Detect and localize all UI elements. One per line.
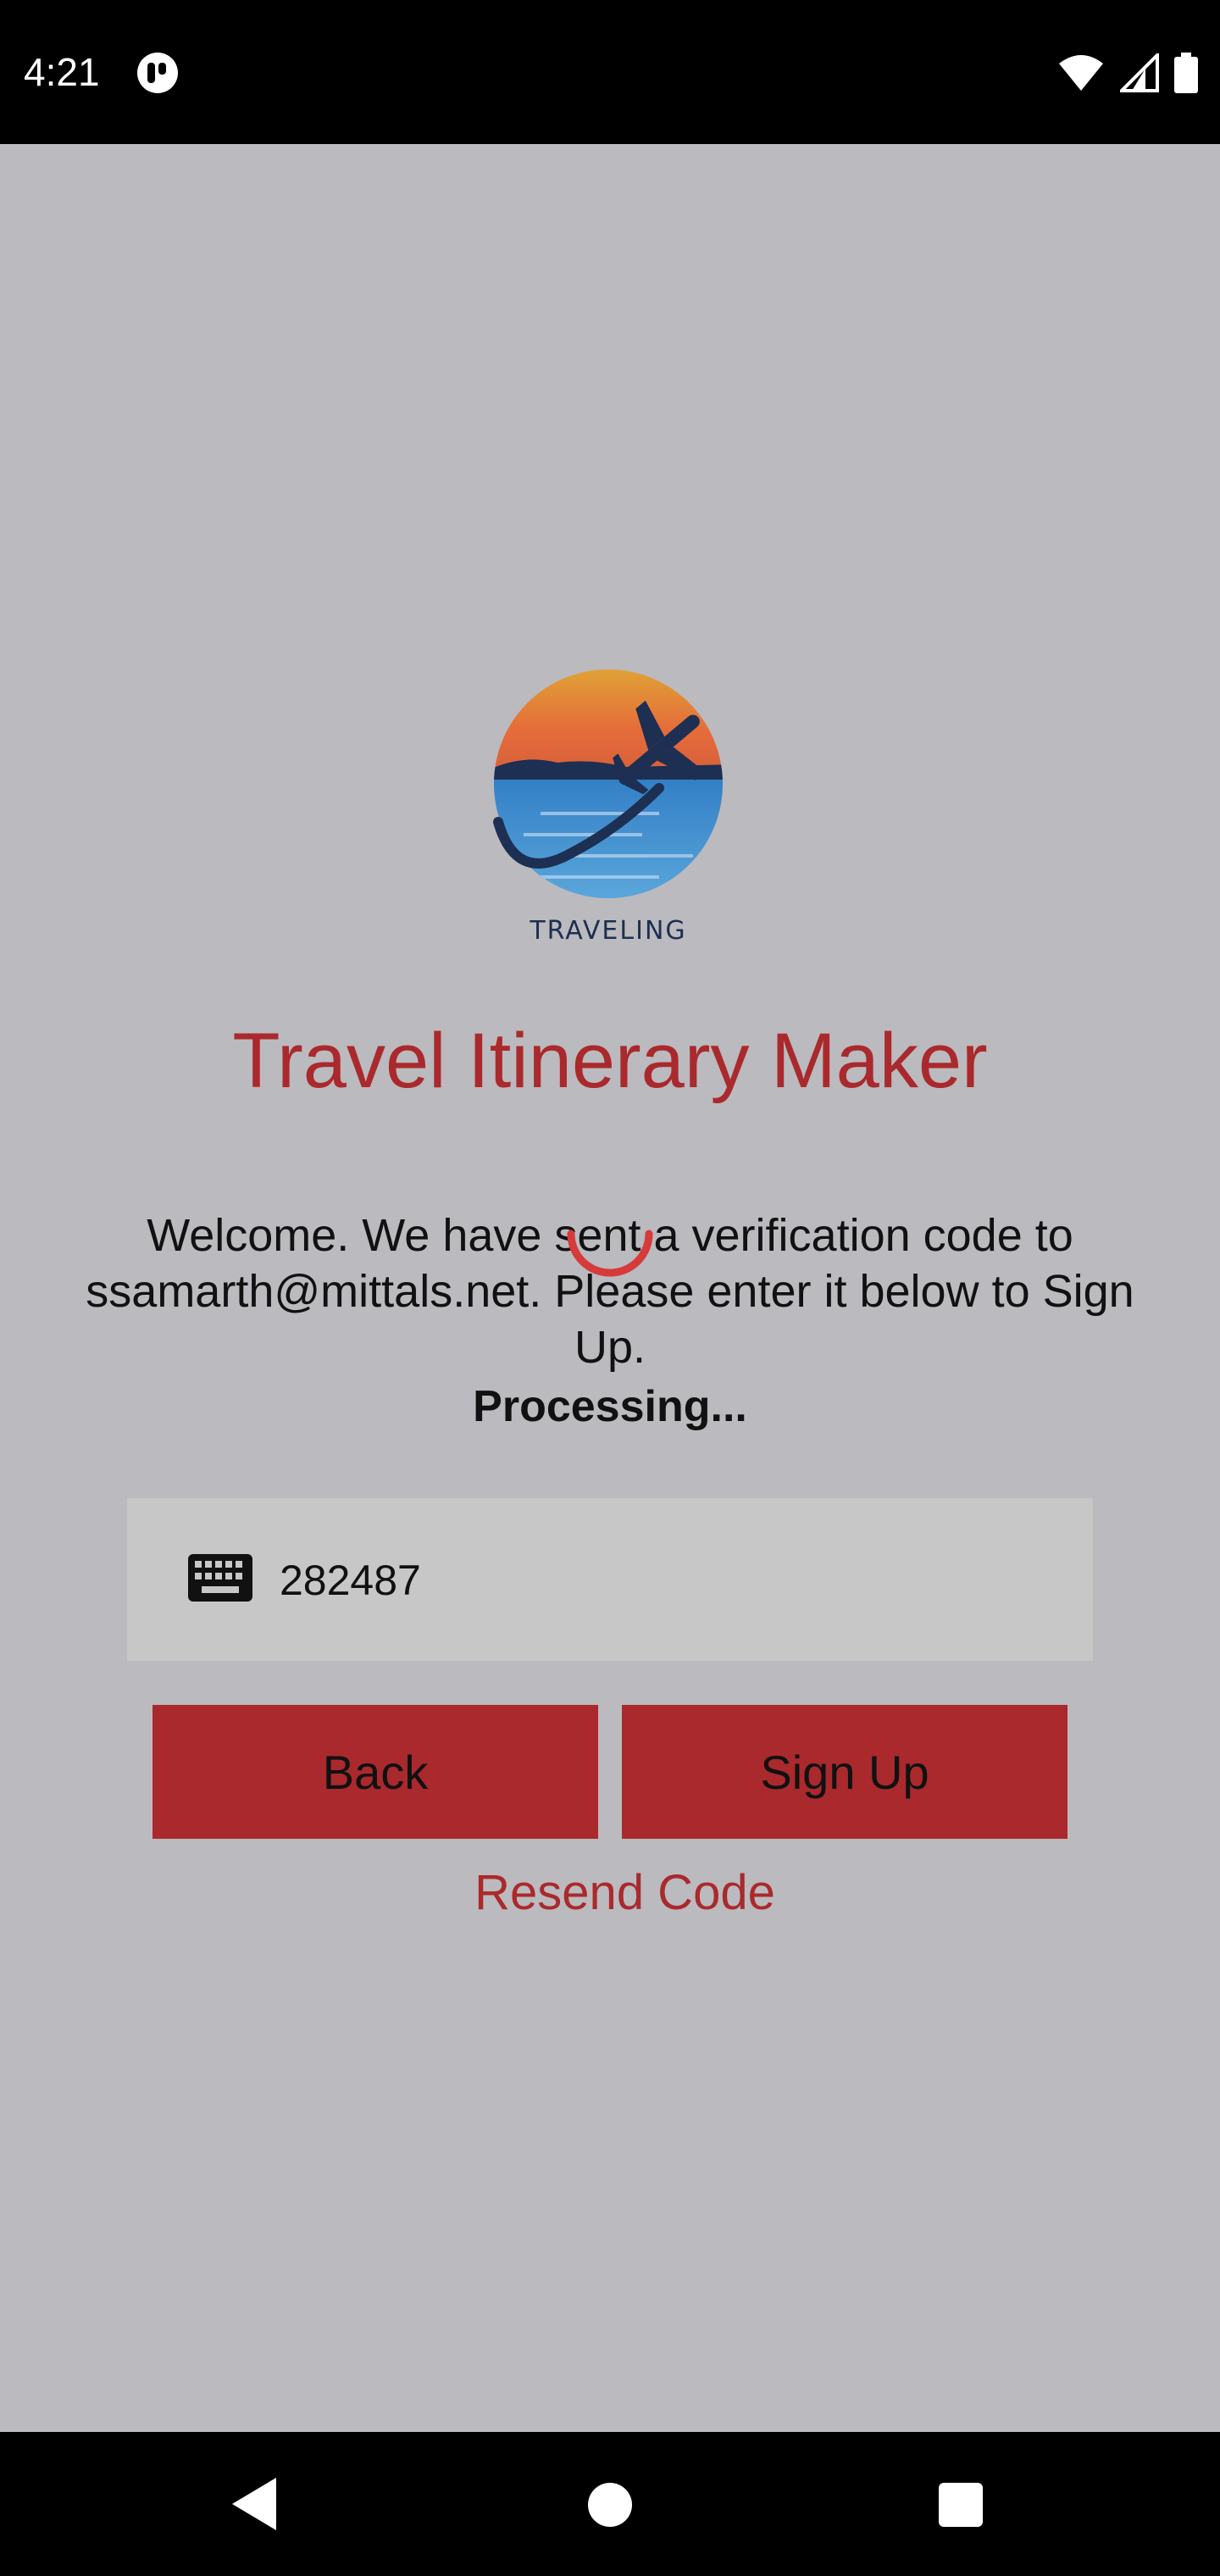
verification-code-input[interactable]: 282487 (127, 1498, 1093, 1661)
navigation-bar (0, 2432, 1220, 2576)
app-notification-icon (137, 53, 178, 93)
back-button[interactable]: Back (152, 1705, 598, 1839)
cell-signal-icon (1120, 53, 1159, 92)
status-bar: 4:21 (0, 0, 1220, 144)
loading-spinner-icon (567, 1230, 653, 1277)
status-time: 4:21 (24, 50, 100, 94)
status-icons (1057, 53, 1198, 93)
keyboard-icon (188, 1554, 252, 1602)
resend-code-link[interactable]: Resend Code (0, 1864, 1220, 1921)
verification-code-value[interactable]: 282487 (280, 1556, 421, 1605)
recents-square-icon[interactable] (939, 2483, 983, 2527)
processing-status: Processing... (473, 1382, 747, 1431)
signup-verification-screen: TRAVELING Travel Itinerary Maker Welcome… (0, 144, 1220, 2432)
logo-wordmark: TRAVELING (529, 916, 686, 946)
traveling-logo: TRAVELING (493, 669, 723, 946)
battery-icon (1174, 53, 1198, 93)
home-circle-icon[interactable] (588, 2483, 632, 2527)
wifi-icon (1059, 55, 1103, 91)
sign-up-button[interactable]: Sign Up (622, 1705, 1068, 1839)
page-title: Travel Itinerary Maker (232, 1018, 988, 1104)
back-triangle-icon[interactable] (229, 2474, 280, 2534)
